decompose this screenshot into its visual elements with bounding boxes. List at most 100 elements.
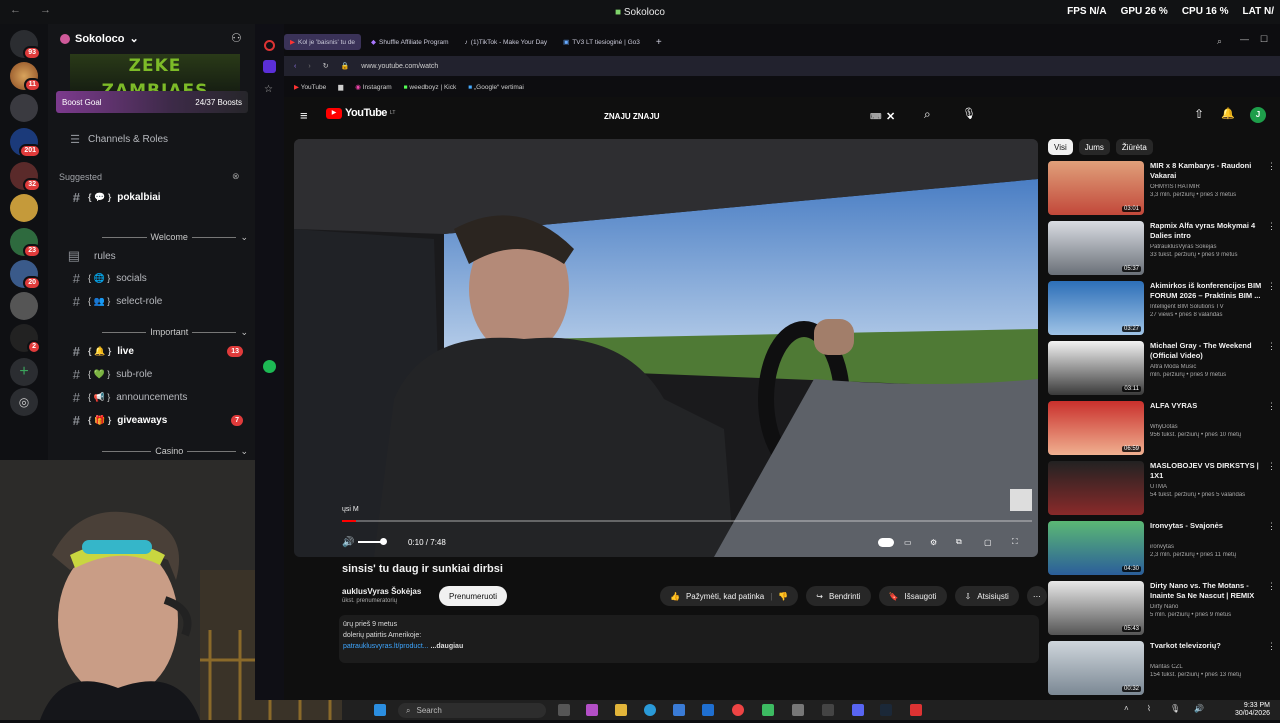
discord-icon[interactable] [852,704,864,716]
bookmark-instagram[interactable]: ◉ Instagram [355,83,391,91]
boost-goal-bar[interactable]: Boost Goal 24/37 Boosts [56,91,248,113]
channel-name[interactable]: auklusVyras Šokėjas [342,587,421,596]
video-thumbnail[interactable]: 03:01 [1048,161,1144,215]
more-options-icon[interactable]: ⋮ [1267,341,1276,352]
url-text[interactable]: www.youtube.com/watch [361,63,438,70]
tab-tiktok[interactable]: ♪ (1)TikTok - Make Your Day [459,34,554,50]
search-box[interactable]: ZNAJU ZNAJU ⌨ ✕ [604,105,914,127]
app-icon[interactable] [762,704,774,716]
recommended-video[interactable]: MASLOBOJEV VS DIRKSTYS | 1X1 UTMA 54 tūkst… [1048,461,1280,517]
description-box[interactable]: ūrų prieš 9 metus dolerių patirtis Ameri… [339,615,1039,663]
reload-icon[interactable]: ↻ [323,62,329,70]
like-button[interactable]: 👍 Pažymėti, kad patinka | 👎 [660,586,799,606]
recommended-video[interactable]: 03:11 Michael Gray - The Weekend (Officia… [1048,341,1280,397]
mic-icon[interactable]: 🎙 [1170,704,1180,713]
search-icon[interactable]: ⌕ [924,107,931,122]
bookmark-translate[interactable]: ■ „Google“ vertimai [468,84,524,91]
channel-name[interactable]: Mantas CZL [1150,664,1268,670]
video-thumbnail[interactable]: 06:59 [1048,401,1144,455]
channel-name[interactable]: UTMA [1150,484,1268,490]
upload-icon[interactable]: ⇧ [1194,107,1204,121]
star-icon[interactable]: ☆ [264,84,273,95]
video-title[interactable]: MIR x 8 Kambarys - Raudoni Vakarai [1150,161,1268,181]
channel-name[interactable]: Altra Moda Music [1150,364,1268,370]
recommended-video[interactable]: 06:59 ALFA VYRAS WhyDotas 956 tūkst. peržiū… [1048,401,1280,457]
new-tab-button[interactable]: + [650,34,668,50]
channel-name[interactable]: OHMYISTHATMIR [1150,184,1268,190]
more-options-icon[interactable]: ⋮ [1267,641,1276,652]
server-icon[interactable] [10,292,38,320]
maximize-icon[interactable]: ☐ [1260,34,1268,45]
close-icon[interactable]: ⊗ [232,171,240,182]
save-button[interactable]: 🔖 Išsaugoti [878,586,947,606]
volume-icon[interactable]: 🔊 [342,537,354,548]
show-more-link[interactable]: ...daugiau [431,643,464,650]
clear-icon[interactable]: ✕ [886,110,895,123]
server-icon[interactable]: 11 [10,62,41,92]
volume-icon[interactable]: 🔊 [1194,704,1204,713]
server-icon[interactable]: 20 [10,260,41,290]
tray-chevron-icon[interactable]: ˄ [1124,704,1129,713]
recommended-video[interactable]: 05:37 Rapmix Alfa vyras Mokymai 4 Dalies … [1048,221,1280,277]
opera-gx-icon[interactable] [910,704,922,716]
store-icon[interactable] [673,704,685,716]
video-title[interactable]: ALFA VYRAS [1150,401,1268,411]
category-welcome[interactable]: Welcome ⌄ [102,230,248,244]
app-icon[interactable] [586,704,598,716]
fullscreen-icon[interactable]: ⛶ [1012,537,1018,547]
recommended-video[interactable]: 04:30 Ironvytas - Svajonės ironvytas 2,3 ml… [1048,521,1280,577]
taskbar-search[interactable]: ⌕ Search [398,703,546,718]
channel-live[interactable]: #{ 🔔 } live 13 [48,341,255,361]
bookmark-folder-icon[interactable]: ▆ [338,83,343,91]
invite-icon[interactable]: ⚇ [231,31,242,45]
keyboard-icon[interactable]: ⌨ [870,112,882,121]
avatar[interactable]: J [1250,107,1266,123]
settings-icon[interactable]: ⚙ [930,538,937,547]
share-button[interactable]: ↪ Bendrinti [806,586,871,606]
subtitles-icon[interactable]: ▭ [904,538,912,547]
forward-icon[interactable]: › [308,63,310,70]
channel-socials[interactable]: #{ 🌐 } socials [48,268,255,288]
subscribe-button[interactable]: Prenumeruoti [439,586,508,606]
address-bar[interactable]: ‹ › ↻ 🔒 www.youtube.com/watch [284,56,1280,76]
menu-icon[interactable]: ≡ [300,108,308,123]
video-thumbnail[interactable]: 00:32 [1048,641,1144,695]
channel-name[interactable]: Dirty Nano [1150,604,1268,610]
video-title[interactable]: Rapmix Alfa vyras Mokymai 4 Dalies intro [1150,221,1268,241]
server-icon[interactable]: 2 [10,324,41,354]
server-icon[interactable]: 23 [10,228,41,258]
video-title[interactable]: Akimirkos iš konferencijos BIM FORUM 202… [1150,281,1268,301]
channel-sub-role[interactable]: #{ 💚 } sub-role [48,364,255,384]
theater-icon[interactable]: ▢ [984,538,992,547]
channel-name[interactable]: WhyDotas [1150,424,1268,430]
search-tabs-icon[interactable]: ⌕ [1217,36,1222,47]
channel-giveaways[interactable]: #{ 🎁 } giveaways 7 [48,410,255,430]
download-button[interactable]: ⇩ Atsisiųsti [954,586,1019,606]
more-options-icon[interactable]: ⋮ [1267,221,1276,232]
video-thumbnail[interactable]: 05:43 [1048,581,1144,635]
video-player[interactable]: ųsi M [294,139,1038,557]
video-title[interactable]: Tvarkot televizorių? [1150,641,1268,651]
edge-icon[interactable] [644,704,656,716]
chip-for-you[interactable]: Jums [1078,139,1110,155]
mail-icon[interactable] [702,704,714,716]
home-icon[interactable]: 93 [10,30,41,60]
recommended-video[interactable]: 03:01 MIR x 8 Kambarys - Raudoni Vakarai O… [1048,161,1280,217]
tab-youtube[interactable]: ▶ Kol je 'baisnis' tu de [284,34,362,50]
recommended-video[interactable]: 00:32 Tvarkot televizorių? Mantas CZL 154 t… [1048,641,1280,697]
more-options-icon[interactable]: ⋮ [1267,281,1276,292]
thumbs-down-icon[interactable]: 👎 [778,592,788,601]
server-icon[interactable]: 32 [10,162,41,192]
wifi-icon[interactable]: ⌇ [1147,704,1151,713]
settings-icon[interactable] [792,704,804,716]
description-link[interactable]: patrauklusvyras.lt/product... [343,643,429,650]
more-options-icon[interactable]: ⋮ [1267,161,1276,172]
video-title[interactable]: Dirty Nano vs. The Motans - Inainte Sa N… [1150,581,1268,601]
miniplayer-icon[interactable]: ⧉ [956,537,962,547]
channel-name[interactable]: Intelligent BIM Solutions TV [1150,304,1268,310]
video-thumbnail[interactable] [1048,461,1144,515]
windows-start-icon[interactable] [374,704,386,716]
progress-track[interactable] [342,520,1032,522]
bookmark-kick[interactable]: ■ weedboyz | Kick [404,84,457,91]
home-icon[interactable] [263,60,276,73]
